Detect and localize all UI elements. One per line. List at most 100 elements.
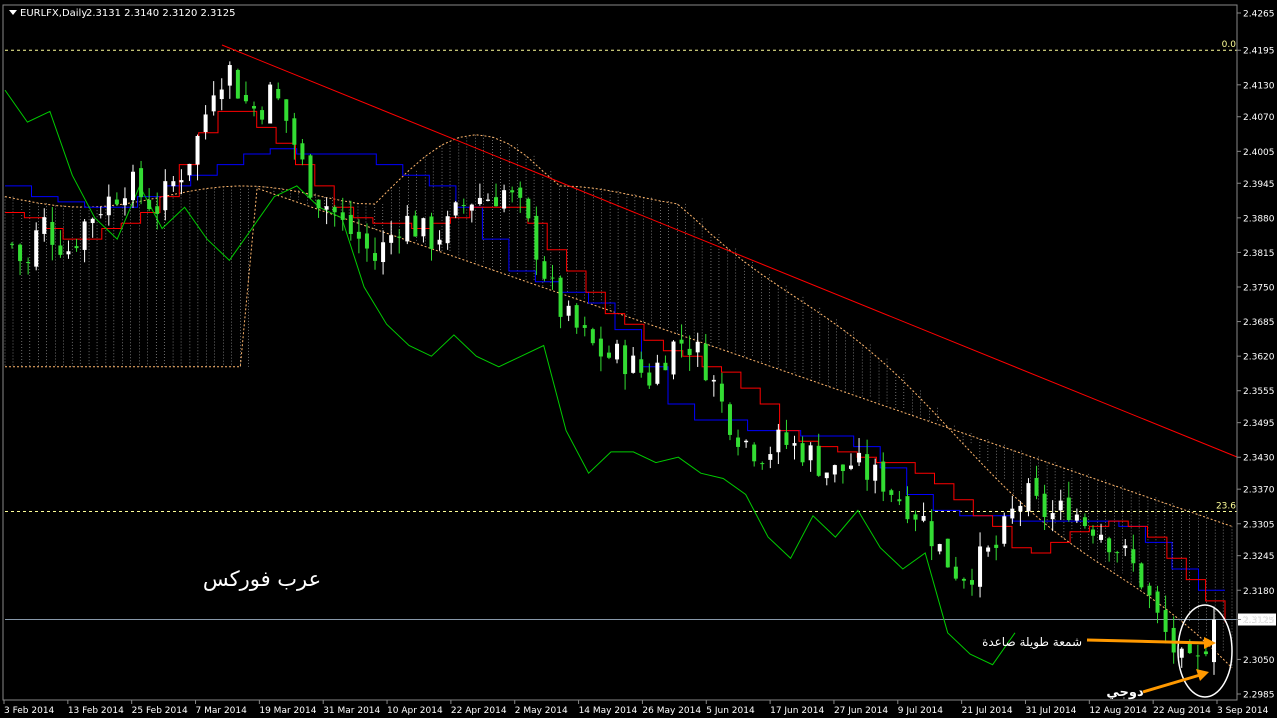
- candle-body[interactable]: [389, 235, 394, 243]
- candle-body[interactable]: [945, 538, 950, 568]
- candle-body[interactable]: [187, 163, 192, 176]
- candle-body[interactable]: [1139, 563, 1144, 588]
- candle-body[interactable]: [397, 236, 402, 238]
- candle-body[interactable]: [671, 341, 676, 375]
- candle-body[interactable]: [106, 196, 111, 216]
- candle-body[interactable]: [784, 432, 789, 445]
- candle-body[interactable]: [276, 88, 281, 99]
- candle-body[interactable]: [606, 352, 611, 358]
- candle-body[interactable]: [82, 221, 87, 250]
- candle-body[interactable]: [421, 218, 426, 237]
- candle-body[interactable]: [558, 277, 563, 317]
- candle-body[interactable]: [1074, 514, 1079, 521]
- candle-body[interactable]: [219, 89, 224, 100]
- candle-body[interactable]: [542, 261, 547, 279]
- candle-body[interactable]: [816, 445, 821, 476]
- candle-body[interactable]: [98, 214, 103, 216]
- candle-body[interactable]: [961, 578, 966, 581]
- candle-body[interactable]: [147, 199, 152, 210]
- candle-body[interactable]: [332, 207, 337, 213]
- candle-body[interactable]: [623, 345, 628, 375]
- candle-body[interactable]: [647, 372, 652, 386]
- candle-body[interactable]: [582, 325, 587, 328]
- candle-body[interactable]: [1026, 483, 1031, 512]
- candle-body[interactable]: [1163, 610, 1168, 632]
- candle-body[interactable]: [122, 198, 127, 206]
- candle-body[interactable]: [131, 171, 136, 201]
- candle-body[interactable]: [437, 239, 442, 245]
- candle-body[interactable]: [324, 206, 329, 210]
- candle-body[interactable]: [776, 429, 781, 453]
- candle-body[interactable]: [929, 521, 934, 547]
- candle-body[interactable]: [598, 338, 603, 357]
- candle-body[interactable]: [252, 106, 257, 109]
- candle-body[interactable]: [994, 544, 999, 548]
- candle-body[interactable]: [268, 84, 273, 124]
- candle-body[interactable]: [292, 118, 297, 145]
- candle-body[interactable]: [18, 244, 23, 262]
- candle-body[interactable]: [413, 215, 418, 237]
- candle-body[interactable]: [792, 443, 797, 446]
- candle-body[interactable]: [50, 221, 55, 245]
- candle-body[interactable]: [1090, 529, 1095, 536]
- candle-body[interactable]: [469, 204, 474, 211]
- candle-body[interactable]: [1171, 627, 1176, 653]
- candle-body[interactable]: [615, 343, 620, 360]
- candle-body[interactable]: [1131, 549, 1136, 564]
- candle-body[interactable]: [429, 216, 434, 249]
- candle-body[interactable]: [1042, 493, 1047, 517]
- candle-body[interactable]: [857, 452, 862, 463]
- candle-body[interactable]: [155, 206, 160, 214]
- candle-body[interactable]: [1018, 505, 1023, 512]
- candle-body[interactable]: [34, 230, 39, 267]
- candle-body[interactable]: [195, 135, 200, 165]
- candle-body[interactable]: [453, 202, 458, 216]
- candle-body[interactable]: [1155, 591, 1160, 613]
- candle-body[interactable]: [300, 143, 305, 160]
- candle-body[interactable]: [90, 218, 95, 224]
- candle-body[interactable]: [58, 245, 63, 255]
- price-chart[interactable]: 0.0 23.6 2.3125 2.4265 2.4195 2.4130 2.4070 2.…: [0, 0, 1277, 718]
- candle-body[interactable]: [832, 465, 837, 475]
- candle-body[interactable]: [687, 348, 692, 356]
- candle-body[interactable]: [284, 99, 289, 121]
- candle-body[interactable]: [1099, 534, 1104, 540]
- candle-body[interactable]: [1034, 477, 1039, 496]
- candle-body[interactable]: [840, 464, 845, 472]
- candle-body[interactable]: [889, 490, 894, 495]
- candle-body[interactable]: [639, 359, 644, 373]
- candle-body[interactable]: [308, 155, 313, 198]
- candle-body[interactable]: [824, 472, 829, 479]
- candle-body[interactable]: [1115, 552, 1120, 554]
- candle-body[interactable]: [1179, 648, 1184, 658]
- candle-body[interactable]: [986, 547, 991, 552]
- candle-body[interactable]: [865, 454, 870, 480]
- candle-body[interactable]: [485, 199, 490, 201]
- candle-body[interactable]: [211, 95, 216, 112]
- candle-body[interactable]: [243, 94, 248, 102]
- candle-body[interactable]: [711, 379, 716, 382]
- candle-body[interactable]: [736, 437, 741, 447]
- candle-body[interactable]: [953, 566, 958, 579]
- candle-body[interactable]: [477, 197, 482, 205]
- candle-body[interactable]: [163, 181, 168, 211]
- candle-body[interactable]: [179, 180, 184, 183]
- candle-body[interactable]: [873, 464, 878, 481]
- candle-body[interactable]: [42, 217, 47, 234]
- candle-body[interactable]: [1050, 513, 1055, 520]
- candle-body[interactable]: [703, 343, 708, 381]
- candle-body[interactable]: [518, 187, 523, 198]
- candle-body[interactable]: [760, 463, 765, 465]
- candle-body[interactable]: [139, 168, 144, 198]
- candle-body[interactable]: [663, 362, 668, 371]
- candle-body[interactable]: [1082, 517, 1087, 527]
- candle-body[interactable]: [1107, 538, 1112, 553]
- candle-body[interactable]: [260, 110, 265, 120]
- candle-body[interactable]: [66, 251, 71, 255]
- candle-body[interactable]: [340, 212, 345, 220]
- candle-body[interactable]: [1066, 497, 1071, 520]
- candle-body[interactable]: [373, 253, 378, 261]
- candle-body[interactable]: [534, 215, 539, 260]
- candle-body[interactable]: [550, 277, 555, 279]
- candle-body[interactable]: [808, 445, 813, 461]
